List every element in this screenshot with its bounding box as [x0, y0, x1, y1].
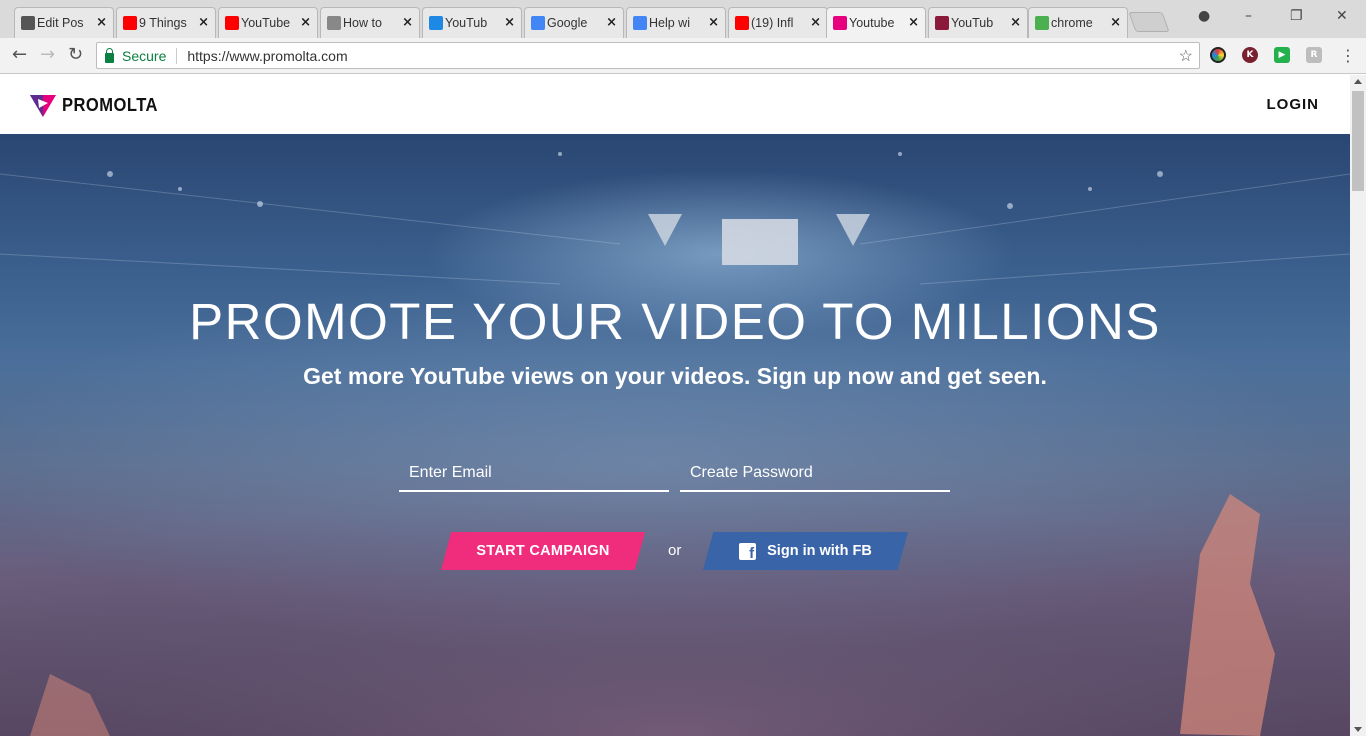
address-bar[interactable]: Secure https://www.promolta.com ☆ [96, 42, 1200, 69]
tab-title: How to [343, 16, 382, 30]
tab-close-icon[interactable]: × [708, 15, 719, 30]
facebook-signin-button[interactable]: f Sign in with FB [703, 532, 908, 570]
forward-icon[interactable]: → [40, 44, 55, 65]
tab-title: Edit Pos [37, 16, 84, 30]
puzzle-x-icon [429, 16, 443, 30]
facebook-icon: f [739, 542, 757, 560]
tab-close-icon[interactable]: × [810, 15, 821, 30]
stage-wedge-right [836, 214, 870, 246]
browser-tab[interactable]: Google × [524, 7, 624, 38]
page-scrollbar[interactable] [1350, 75, 1366, 736]
youtube-icon [123, 16, 137, 30]
restore-icon[interactable]: ❐ [1290, 8, 1303, 24]
browser-tab[interactable]: YouTube × [218, 7, 318, 38]
url-text[interactable]: https://www.promolta.com [187, 48, 347, 64]
or-separator: or [668, 542, 682, 559]
site-header: PROMOLTA LOGIN [0, 75, 1350, 134]
tab-close-icon[interactable]: × [96, 15, 107, 30]
youtube-icon [735, 16, 749, 30]
brand-name: PROMOLTA [62, 94, 158, 115]
page-viewport: PROMOLTA LOGIN PROMOTE YOUR VIDEO TO MIL… [0, 75, 1350, 736]
k-extension-icon[interactable]: K [1242, 47, 1258, 63]
secure-label: Secure [122, 47, 167, 64]
chrome-icon [1035, 16, 1049, 30]
browser-tab[interactable]: chrome × [1028, 7, 1128, 38]
browser-tab[interactable]: 9 Things × [116, 7, 216, 38]
browser-tab[interactable]: YouTub × [422, 7, 522, 38]
security-indicator[interactable]: Secure [105, 47, 167, 64]
address-separator [176, 47, 178, 64]
new-tab-button[interactable] [1128, 12, 1170, 32]
tab-close-icon[interactable]: × [198, 15, 209, 30]
lock-icon [105, 47, 114, 63]
browser-tab[interactable]: YouTub × [928, 7, 1028, 38]
hero-headline: PROMOTE YOUR VIDEO TO MILLIONS [189, 293, 1161, 350]
browser-toolbar: ← → ↻ Secure https://www.promolta.com ☆ … [0, 38, 1366, 74]
promolta-logo-icon [30, 95, 56, 117]
start-campaign-button[interactable]: START CAMPAIGN [441, 532, 645, 570]
promolta-icon [833, 16, 847, 30]
minimize-icon[interactable]: – [1245, 8, 1252, 24]
scroll-down-arrow-icon[interactable] [1354, 727, 1362, 732]
google-docs-icon [531, 16, 545, 30]
browser-tab[interactable]: How to × [320, 7, 420, 38]
scrollbar-thumb[interactable] [1352, 91, 1364, 191]
tab-title: chrome [1051, 16, 1093, 30]
tab-title: Youtube [849, 16, 895, 30]
tab-title: YouTub [445, 16, 488, 30]
video-icon [935, 16, 949, 30]
browser-tab[interactable]: Youtube × [826, 7, 926, 38]
menu-kebab-icon[interactable]: ⋮ [1340, 46, 1356, 65]
tab-title: Help wi [649, 16, 690, 30]
tab-title: YouTube [241, 16, 291, 30]
facebook-signin-label: Sign in with FB [767, 543, 872, 559]
document-icon [327, 16, 341, 30]
login-link[interactable]: LOGIN [1267, 96, 1320, 113]
browser-tab[interactable]: Help wi × [626, 7, 726, 38]
close-window-icon[interactable]: ✕ [1336, 8, 1348, 24]
stage-wedge-left [648, 214, 682, 246]
hero-section: PROMOTE YOUR VIDEO TO MILLIONS Get more … [0, 134, 1350, 736]
bookmark-star-icon[interactable]: ☆ [1179, 46, 1193, 66]
google-docs-icon [633, 16, 647, 30]
tab-close-icon[interactable]: × [606, 15, 617, 30]
browser-tab[interactable]: Edit Pos × [14, 7, 114, 38]
tab-close-icon[interactable]: × [1010, 15, 1021, 30]
tab-title: Google [547, 16, 588, 30]
grey-extension-icon[interactable]: R [1306, 47, 1322, 63]
profile-icon[interactable]: ● [1198, 8, 1210, 24]
tab-close-icon[interactable]: × [402, 15, 413, 30]
color-picker-icon[interactable] [1210, 47, 1226, 63]
arena-screen [722, 219, 798, 265]
graduation-cap-icon [21, 16, 35, 30]
tab-title: (19) Infl [751, 16, 794, 30]
scroll-up-arrow-icon[interactable] [1354, 79, 1362, 84]
reload-icon[interactable]: ↻ [68, 44, 83, 65]
email-field[interactable] [399, 456, 669, 492]
browser-tab[interactable]: (19) Infl × [728, 7, 828, 38]
back-icon[interactable]: ← [12, 44, 27, 65]
password-field[interactable] [680, 456, 950, 492]
site-logo[interactable]: PROMOLTA [30, 93, 166, 117]
tab-close-icon[interactable]: × [300, 15, 311, 30]
tab-close-icon[interactable]: × [1110, 15, 1121, 30]
tab-title: 9 Things [139, 16, 187, 30]
tab-strip: Edit Pos × 9 Things × YouTube × How to × YouTub ×… [0, 0, 1366, 38]
hero-subheadline: Get more YouTube views on your videos. S… [303, 363, 1047, 389]
green-square-icon[interactable]: ▶ [1274, 47, 1290, 63]
tab-close-icon[interactable]: × [908, 15, 919, 30]
tab-title: YouTub [951, 16, 994, 30]
tab-close-icon[interactable]: × [504, 15, 515, 30]
youtube-icon [225, 16, 239, 30]
